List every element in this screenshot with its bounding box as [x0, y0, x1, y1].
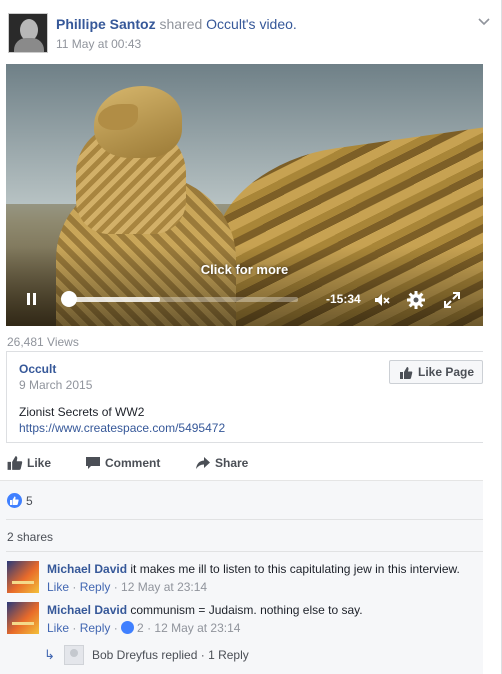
scrubber-handle[interactable]	[61, 291, 77, 307]
comment-icon	[85, 455, 101, 471]
like-page-button[interactable]: Like Page	[389, 360, 483, 384]
comment-like-link[interactable]: Like	[47, 580, 69, 594]
scrubber-buffer-fill	[68, 297, 160, 302]
commenter-avatar[interactable]	[7, 602, 39, 634]
video-link[interactable]: video.	[259, 16, 296, 32]
commenter-avatar[interactable]	[7, 561, 39, 593]
reply-arrow-icon: ↳	[44, 648, 55, 663]
comment-item: Michael David communism = Judaism. nothi…	[7, 602, 477, 638]
page-name-link[interactable]: Occult	[19, 362, 56, 376]
post-timestamp[interactable]: 11 May at 00:43	[56, 37, 141, 51]
page-attachment: Occult 9 March 2015 Like Page Zionist Se…	[6, 351, 483, 443]
replier-name: Bob Dreyfus	[92, 648, 159, 662]
gear-icon[interactable]	[406, 290, 426, 310]
comment-reply-link[interactable]: Reply	[80, 580, 111, 594]
video-scrubber[interactable]	[68, 297, 298, 302]
comment-label: Comment	[105, 456, 161, 470]
shared-post-card: Phillipe Santoz shared Occult's video. 1…	[0, 0, 502, 674]
eagle-beak-image	[98, 104, 138, 130]
comment-meta: Like · Reply · 2 · 12 May at 23:14	[47, 621, 241, 635]
video-player[interactable]: Click for more -15:34	[6, 64, 483, 326]
share-label: Share	[215, 456, 249, 470]
comment-button[interactable]: Comment	[85, 456, 160, 470]
author-avatar[interactable]	[8, 13, 48, 53]
thumbs-up-icon	[7, 455, 23, 471]
pause-icon[interactable]	[26, 293, 38, 305]
chevron-down-icon[interactable]	[477, 14, 491, 28]
share-arrow-icon	[195, 455, 211, 471]
post-actions-bar: Like Comment Share	[0, 448, 483, 480]
comment-body: Michael David it makes me ill to listen …	[47, 562, 460, 576]
comment-timestamp[interactable]: 12 May at 23:14	[154, 621, 240, 635]
thumbs-up-icon	[399, 365, 413, 379]
comment-likes[interactable]: 2	[121, 621, 144, 635]
comment-text: it makes me ill to listen to this capitu…	[130, 562, 460, 576]
external-link[interactable]: https://www.createspace.com/5495472	[19, 421, 225, 435]
replies-text: Bob Dreyfus replied · 1 Reply	[92, 648, 249, 662]
comment-body: Michael David communism = Judaism. nothi…	[47, 603, 363, 617]
feedback-section: 5 2 shares Michael David it makes me ill…	[0, 480, 483, 674]
view-count: 26,481 Views	[7, 335, 79, 349]
comment-reply-link[interactable]: Reply	[80, 621, 111, 635]
replied-text: replied	[161, 648, 198, 662]
page-post-date[interactable]: 9 March 2015	[19, 378, 92, 392]
author-name-link[interactable]: Phillipe Santoz	[56, 16, 156, 32]
like-button[interactable]: Like	[7, 456, 51, 470]
mute-icon[interactable]	[372, 290, 392, 310]
replier-avatar	[64, 645, 84, 665]
commenter-name-link[interactable]: Michael David	[47, 562, 127, 576]
reaction-count: 5	[26, 494, 33, 508]
comment-timestamp[interactable]: 12 May at 23:14	[121, 580, 207, 594]
shares-count-link[interactable]: 2 shares	[7, 530, 53, 544]
share-button[interactable]: Share	[195, 456, 248, 470]
like-page-label: Like Page	[418, 365, 475, 379]
divider	[6, 519, 483, 520]
comment-like-count: 2	[137, 621, 144, 635]
fullscreen-icon[interactable]	[442, 290, 462, 310]
page-name-link[interactable]: Occult	[206, 16, 246, 32]
like-reaction-icon	[121, 621, 135, 634]
commenter-name-link[interactable]: Michael David	[47, 603, 127, 617]
comment-text: communism = Judaism. nothing else to say…	[130, 603, 363, 617]
post-header: Phillipe Santoz shared Occult's video. 1…	[8, 10, 491, 54]
time-remaining: -15:34	[326, 292, 361, 306]
possessive-text: 's	[245, 16, 256, 32]
shared-text: shared	[159, 16, 203, 32]
page-description: Zionist Secrets of WW2	[19, 405, 145, 419]
post-title-line: Phillipe Santoz shared Occult's video.	[56, 16, 297, 32]
divider	[6, 551, 483, 552]
reply-count: 1 Reply	[208, 648, 249, 662]
like-reaction-icon	[7, 493, 22, 508]
comment-like-link[interactable]: Like	[47, 621, 69, 635]
like-label: Like	[27, 456, 52, 470]
click-for-more-overlay[interactable]: Click for more	[6, 262, 483, 277]
video-gradient	[6, 246, 483, 326]
comment-item: Michael David it makes me ill to listen …	[7, 561, 477, 597]
comment-meta: Like · Reply · 12 May at 23:14	[47, 580, 208, 594]
